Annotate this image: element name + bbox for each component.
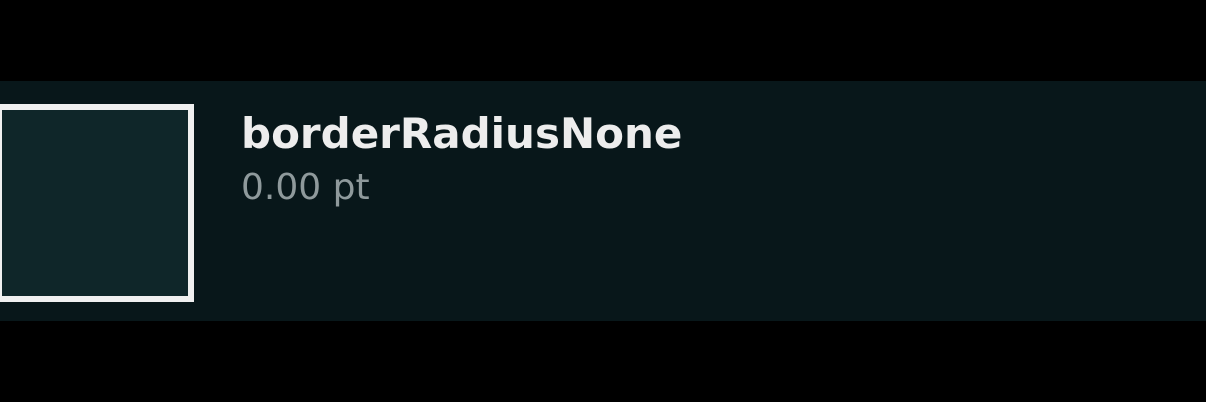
- border-radius-preview-swatch: [0, 104, 194, 302]
- token-name-label: borderRadiusNone: [241, 109, 683, 158]
- swatch-fill: [2, 110, 188, 296]
- token-value-label: 0.00 pt: [241, 167, 370, 208]
